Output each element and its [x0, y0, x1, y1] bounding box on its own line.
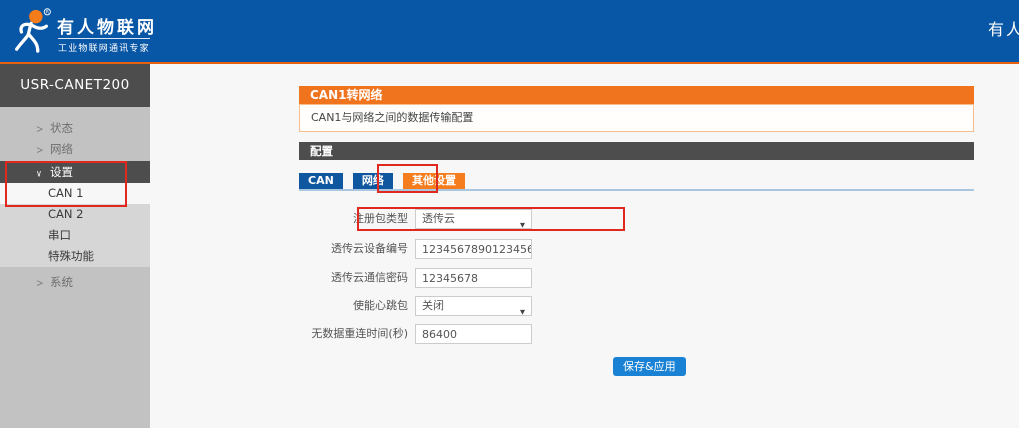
section-title: 配置 — [299, 142, 974, 160]
sidebar-item-label: 状态 — [50, 121, 73, 135]
heartbeat-enable-select[interactable]: 关闭 ▼ — [415, 296, 532, 316]
sidebar-item-serial[interactable]: 串口 — [0, 225, 150, 246]
header-accent-line — [0, 62, 1019, 64]
field-label-cloud-password: 透传云通信密码 — [280, 268, 408, 288]
cloud-device-id-input[interactable] — [415, 239, 532, 259]
sidebar-item-status[interactable]: >状态 — [0, 118, 150, 139]
sidebar-item-can2[interactable]: CAN 2 — [0, 204, 150, 225]
device-title: USR-CANET200 — [0, 64, 150, 107]
tab-bar: CAN 网络 其他设置 — [299, 173, 470, 189]
tab-underline — [299, 189, 974, 191]
sidebar-item-system[interactable]: >系统 — [0, 272, 150, 293]
dropdown-arrow-icon: ▼ — [520, 216, 525, 234]
brand-name: 有人物联网 — [57, 13, 157, 38]
sidebar: USR-CANET200 >状态 >网络 ∨设置 CAN 1 CAN 2 串口 … — [0, 64, 150, 428]
page-title: CAN1转网络 — [299, 86, 974, 104]
brand-tagline: 工业物联网通讯专家 — [58, 41, 150, 54]
field-label-cloud-device-id: 透传云设备编号 — [280, 239, 408, 259]
usr-logo-icon: R — [9, 6, 55, 56]
field-label-register-packet-type: 注册包类型 — [280, 209, 408, 229]
save-apply-button[interactable]: 保存&应用 — [613, 357, 686, 376]
sidebar-item-label: 网络 — [50, 142, 73, 156]
top-header: R 有人物联网 工业物联网通讯专家 有人 — [0, 0, 1019, 62]
sidebar-item-settings[interactable]: ∨设置 — [0, 161, 150, 183]
selected-value: 透传云 — [422, 212, 455, 225]
sidebar-item-can1[interactable]: CAN 1 — [0, 183, 150, 204]
sidebar-item-label: 设置 — [50, 165, 73, 179]
sidebar-item-label: 系统 — [50, 275, 73, 289]
reconnect-time-input[interactable] — [415, 324, 532, 344]
field-label-reconnect-time: 无数据重连时间(秒) — [280, 324, 408, 344]
tab-can[interactable]: CAN — [299, 173, 343, 189]
register-packet-type-select[interactable]: 透传云 ▼ — [415, 209, 532, 229]
field-label-heartbeat-enable: 使能心跳包 — [280, 296, 408, 316]
tab-other-settings[interactable]: 其他设置 — [403, 173, 465, 189]
brand-divider — [58, 38, 150, 39]
chevron-right-icon: > — [36, 272, 48, 297]
tab-network[interactable]: 网络 — [353, 173, 393, 189]
dropdown-arrow-icon: ▼ — [520, 303, 525, 321]
page-description: CAN1与网络之间的数据传输配置 — [299, 104, 974, 132]
selected-value: 关闭 — [422, 299, 444, 312]
svg-text:R: R — [46, 10, 49, 16]
header-right-link[interactable]: 有人 — [988, 16, 1019, 40]
sidebar-item-special-function[interactable]: 特殊功能 — [0, 246, 150, 267]
cloud-password-input[interactable] — [415, 268, 532, 288]
sidebar-item-network[interactable]: >网络 — [0, 139, 150, 160]
